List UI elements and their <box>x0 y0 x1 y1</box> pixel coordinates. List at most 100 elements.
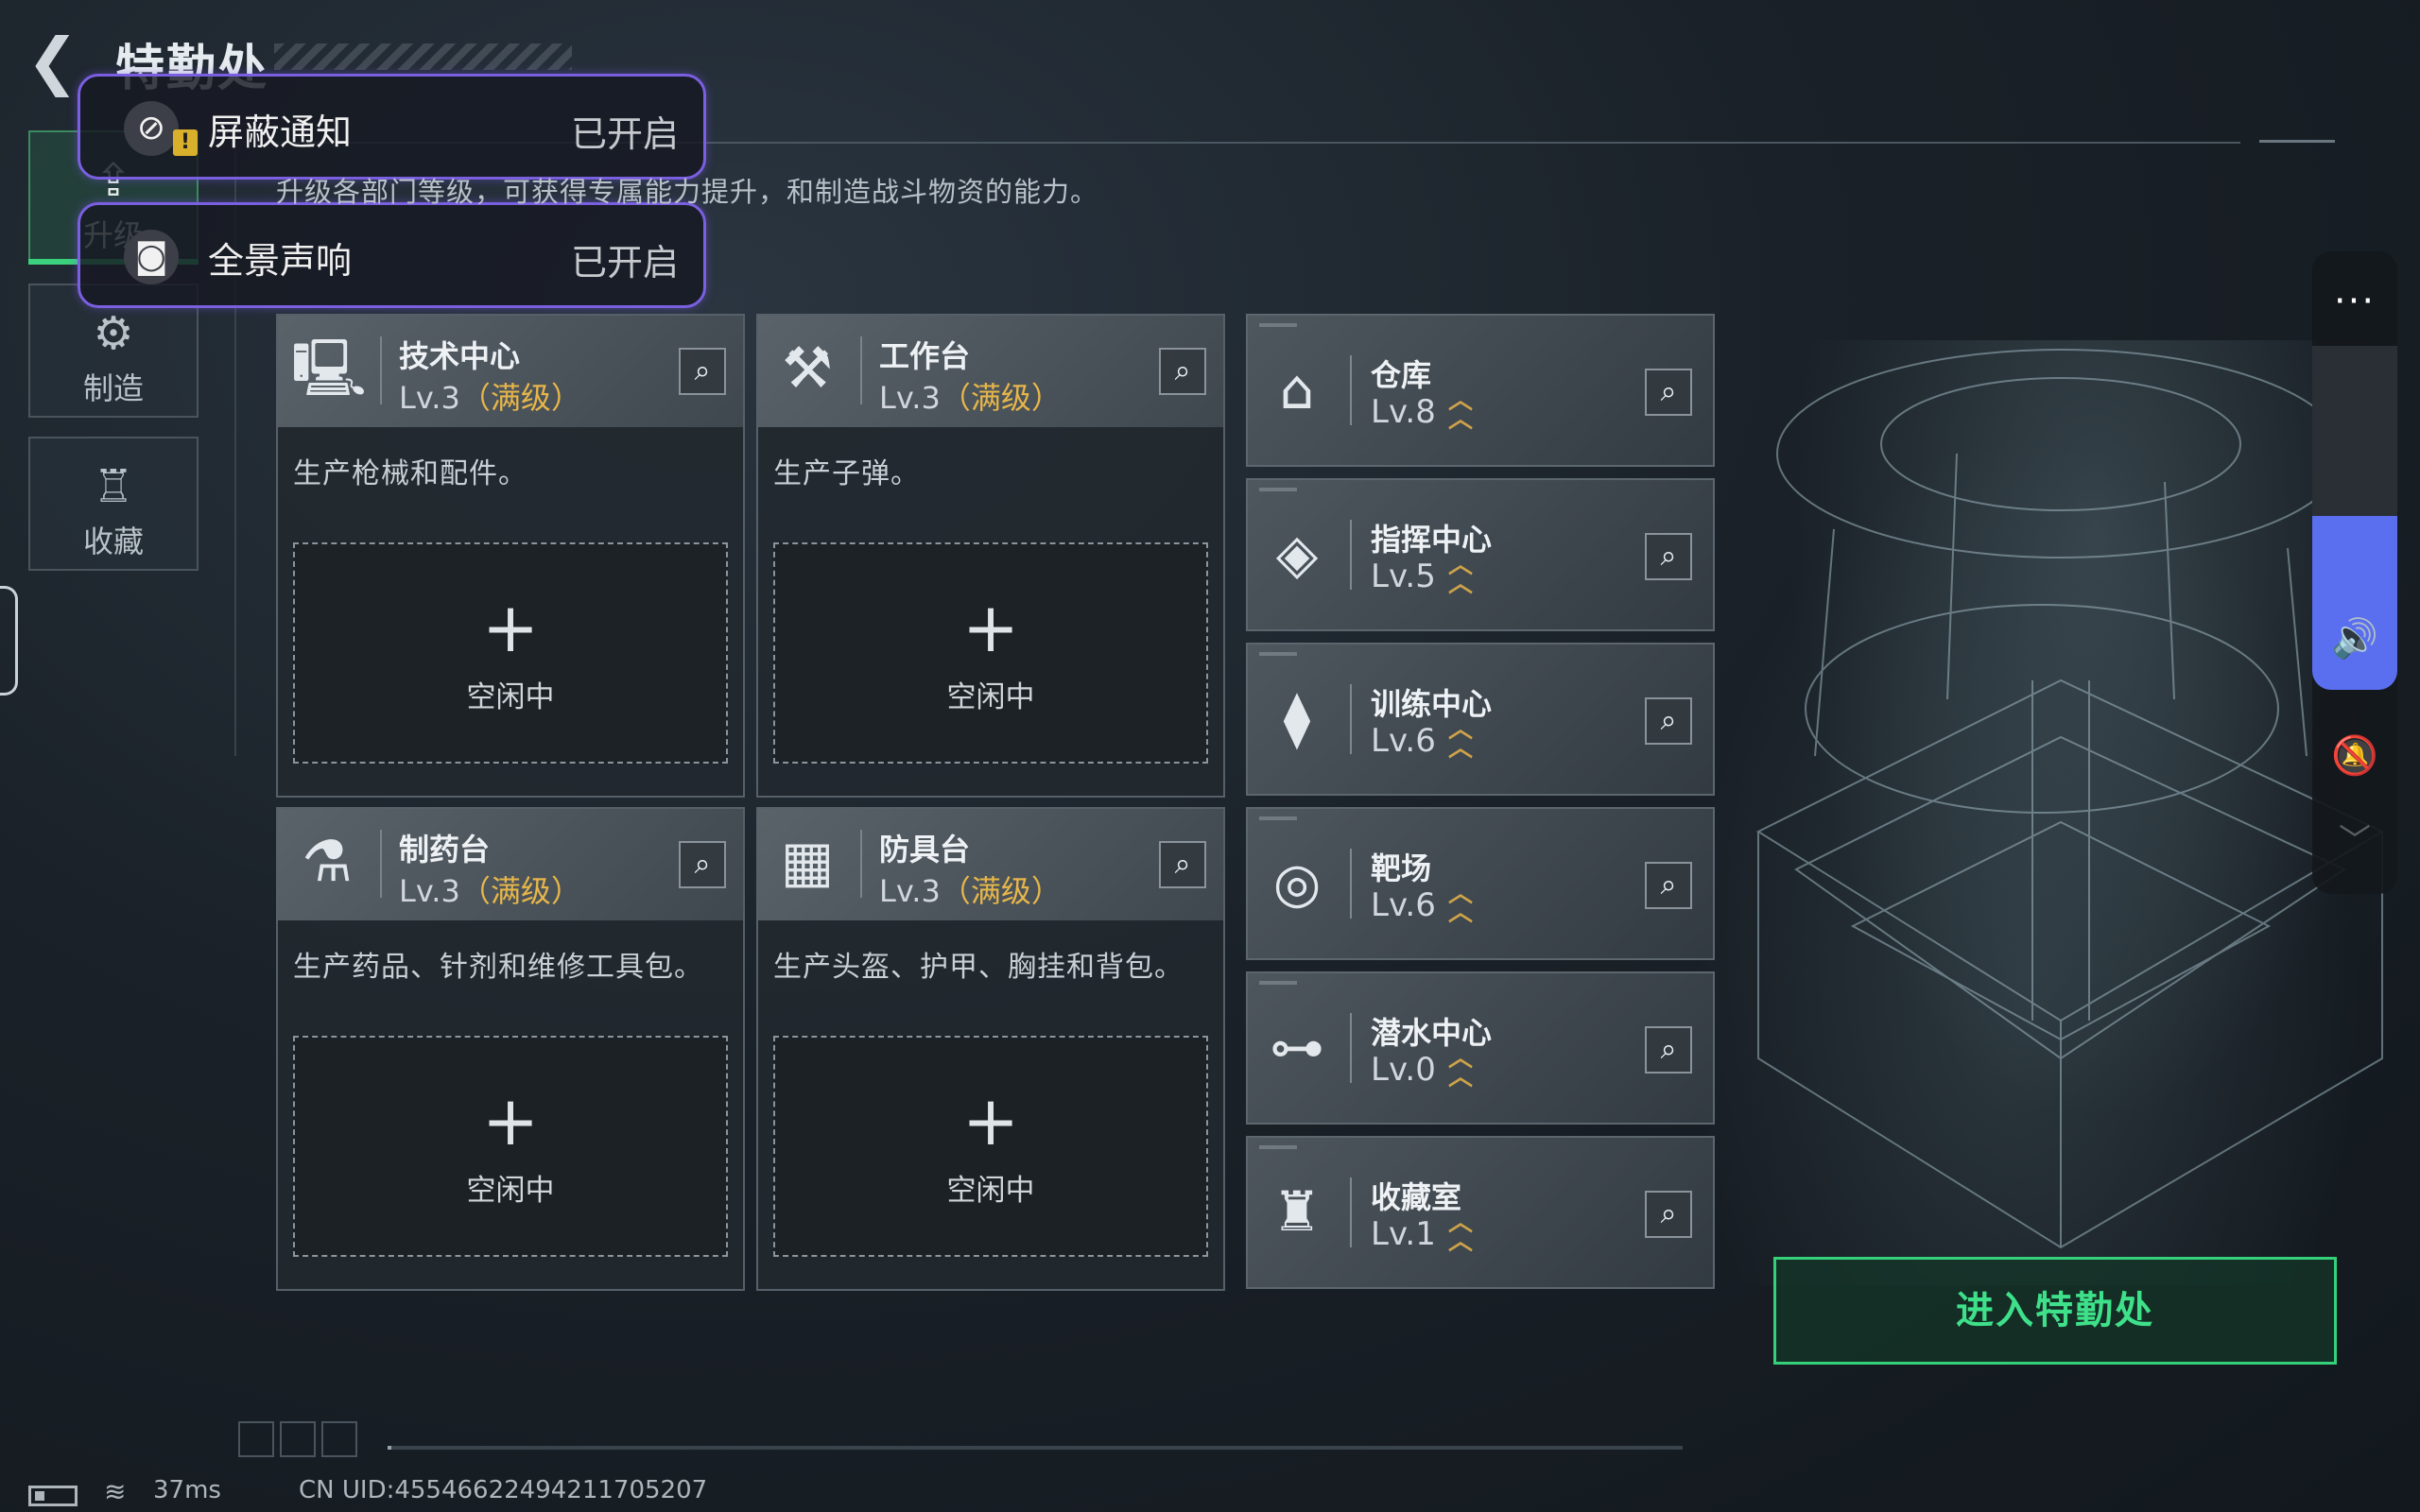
max-level-tag: （满级） <box>940 873 1062 909</box>
search-button[interactable]: ⌕ <box>1159 348 1206 395</box>
facility-level: Lv.8 <box>1371 393 1436 431</box>
notification-status: 已开启 <box>570 113 679 155</box>
notification-toast-block-notifications[interactable]: ⊘ ! 屏蔽通知 已开启 <box>78 74 706 180</box>
wifi-icon: ≋ <box>104 1476 127 1507</box>
side-drawer-handle[interactable] <box>0 586 18 696</box>
notification-status: 已开启 <box>570 242 679 284</box>
facility-command-center[interactable]: ◈ 指挥中心 Lv.5 ︿ ︿ ⌕ <box>1246 478 1715 631</box>
volume-slider-fill[interactable] <box>2312 516 2397 690</box>
card-separator <box>860 336 862 404</box>
notification-toast-spatial-audio[interactable]: ◙ 全景声响 已开启 <box>78 202 706 308</box>
card-level: Lv.3（满级） <box>399 374 581 418</box>
production-slot[interactable]: + 空闲中 <box>773 542 1208 764</box>
nav-label: 制造 <box>82 370 144 406</box>
facility-name: 指挥中心 <box>1371 522 1493 558</box>
decoration-square <box>238 1421 274 1457</box>
search-button[interactable]: ⌕ <box>1645 369 1692 416</box>
plus-icon: + <box>961 1081 1020 1160</box>
card-header: ⚗ 制药台 Lv.3（满级） ⌕ <box>278 809 743 920</box>
facility-tag-decoration <box>1259 981 1297 985</box>
command-center-icon: ◈ <box>1275 522 1319 586</box>
decoration-square <box>280 1421 316 1457</box>
search-icon: ⌕ <box>694 354 711 387</box>
back-button[interactable]: ❮ <box>26 28 83 94</box>
card-name: 工作台 <box>879 338 971 374</box>
notification-label: 全景声响 <box>208 240 353 282</box>
search-button[interactable]: ⌕ <box>679 841 726 888</box>
max-level-tag: （满级） <box>940 380 1062 416</box>
facility-name: 仓库 <box>1371 357 1432 393</box>
search-icon: ⌕ <box>1660 1197 1677 1230</box>
chevron-down-icon[interactable]: ﹀ <box>2312 815 2397 861</box>
search-button[interactable]: ⌕ <box>1645 697 1692 745</box>
upgrade-arrow-icon: ︿ ︿ <box>1448 880 1474 927</box>
facility-level: Lv.5 <box>1371 558 1436 595</box>
diving-mask-icon: ⊶ <box>1270 1015 1324 1079</box>
card-description: 生产头盔、护甲、胸挂和背包。 <box>773 951 1184 984</box>
search-button[interactable]: ⌕ <box>679 348 726 395</box>
facility-shooting-range[interactable]: ◎ 靶场 Lv.6 ︿ ︿ ⌕ <box>1246 807 1715 960</box>
volume-icon[interactable]: 🔊 <box>2312 616 2397 661</box>
search-button[interactable]: ⌕ <box>1159 841 1206 888</box>
facility-warehouse[interactable]: ⌂ 仓库 Lv.8 ︿ ︿ ⌕ <box>1246 314 1715 467</box>
card-description: 生产药品、针剂和维修工具包。 <box>293 951 703 984</box>
facility-collection-room[interactable]: ♜ 收藏室 Lv.1 ︿ ︿ ⌕ <box>1246 1136 1715 1289</box>
facility-tag-decoration <box>1259 488 1297 491</box>
level-value: Lv.3 <box>879 380 941 416</box>
search-button[interactable]: ⌕ <box>1645 1026 1692 1074</box>
decoration-square <box>321 1421 357 1457</box>
production-slot[interactable]: + 空闲中 <box>293 1036 728 1257</box>
production-slot[interactable]: + 空闲中 <box>773 1036 1208 1257</box>
warehouse-icon: ⌂ <box>1279 357 1315 421</box>
more-menu-button[interactable]: ··· <box>2312 280 2397 323</box>
bottom-progress-fill <box>388 1446 391 1450</box>
volume-track[interactable] <box>2312 346 2397 516</box>
battery-icon <box>28 1486 78 1506</box>
collection-room-icon: ♜ <box>1272 1179 1322 1244</box>
card-separator <box>380 830 382 898</box>
facility-separator <box>1350 520 1352 590</box>
search-button[interactable]: ⌕ <box>1645 862 1692 909</box>
slot-status: 空闲中 <box>946 1174 1035 1208</box>
facility-separator <box>1350 1013 1352 1083</box>
card-separator <box>860 830 862 898</box>
upgrade-arrow-icon: ︿ ︿ <box>1448 715 1474 763</box>
enter-special-ops-button[interactable]: 进入特勤处 <box>1773 1257 2337 1365</box>
search-icon: ⌕ <box>1660 375 1677 408</box>
notification-off-icon: ⊘ <box>124 101 179 156</box>
upgrade-arrow-icon: ︿ ︿ <box>1448 551 1474 598</box>
bell-off-icon[interactable]: 🔕 <box>2312 733 2397 778</box>
upgrade-arrow-icon: ︿ ︿ <box>1448 1209 1474 1256</box>
nav-item-collection[interactable]: ♖ 收藏 <box>28 437 199 571</box>
card-header: ⚒ 工作台 Lv.3（满级） ⌕ <box>758 316 1223 427</box>
level-value: Lv.3 <box>879 873 941 909</box>
production-card-tech-center: 🖳 技术中心 Lv.3（满级） ⌕ 生产枪械和配件。 + 空闲中 <box>276 314 745 798</box>
chevron-left-icon: ❮ <box>26 25 79 97</box>
facility-name: 训练中心 <box>1371 686 1493 722</box>
card-level: Lv.3（满级） <box>399 868 581 911</box>
search-icon: ⌕ <box>1660 868 1677 902</box>
warning-badge: ! <box>173 129 198 156</box>
plus-icon: + <box>481 588 540 667</box>
dumbbell-icon: ⧫ <box>1283 686 1311 750</box>
facility-tag-decoration <box>1259 816 1297 820</box>
max-level-tag: （满级） <box>459 380 581 416</box>
production-slot[interactable]: + 空闲中 <box>293 542 728 764</box>
facility-tag-decoration <box>1259 323 1297 327</box>
search-icon: ⌕ <box>1660 1033 1677 1066</box>
search-button[interactable]: ⌕ <box>1645 533 1692 580</box>
facility-tag-decoration <box>1259 652 1297 656</box>
production-card-armor-bench: ▦ 防具台 Lv.3（满级） ⌕ 生产头盔、护甲、胸挂和背包。 + 空闲中 <box>756 807 1225 1291</box>
facility-diving-center[interactable]: ⊶ 潜水中心 Lv.0 ︿ ︿ ⌕ <box>1246 971 1715 1125</box>
facility-training-center[interactable]: ⧫ 训练中心 Lv.6 ︿ ︿ ⌕ <box>1246 643 1715 796</box>
card-name: 技术中心 <box>399 338 521 374</box>
facility-separator <box>1350 1177 1352 1247</box>
card-description: 生产枪械和配件。 <box>293 457 527 490</box>
collection-icon: ♖ <box>93 460 134 513</box>
search-button[interactable]: ⌕ <box>1645 1191 1692 1238</box>
slot-status: 空闲中 <box>466 680 555 714</box>
card-description: 生产子弹。 <box>773 457 920 490</box>
notification-label: 屏蔽通知 <box>208 112 353 153</box>
volume-panel: ··· 🔊 🔕 ﹀ <box>2312 251 2397 894</box>
facility-name: 潜水中心 <box>1371 1015 1493 1051</box>
